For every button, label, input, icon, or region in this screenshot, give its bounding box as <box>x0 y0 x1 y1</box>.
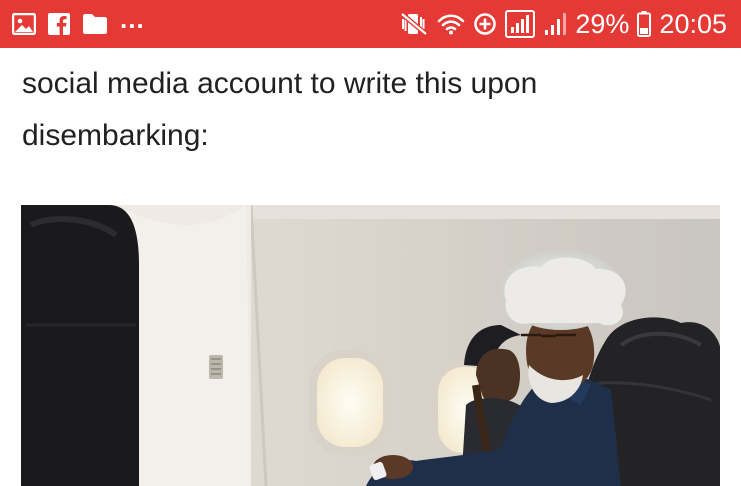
image-icon <box>12 13 36 35</box>
facebook-icon <box>48 13 70 35</box>
airplane-cabin-photo <box>21 205 720 486</box>
status-bar: ... 29% 20:05 <box>0 0 741 48</box>
wifi-icon <box>437 12 465 36</box>
article-text-line: disembarking: <box>22 119 209 152</box>
battery-percentage: 29% <box>575 8 630 39</box>
folder-icon <box>82 13 108 35</box>
status-bar-right: 29% 20:05 <box>399 9 727 40</box>
notification-overflow: ... <box>120 3 145 34</box>
mute-vibrate-icon <box>399 11 429 37</box>
battery-icon <box>637 11 652 37</box>
content-top-edge <box>0 48 741 54</box>
signal-icon <box>505 10 536 38</box>
article-text-line: social media account to write this upon <box>22 67 538 100</box>
article-photo[interactable] <box>21 205 720 486</box>
data-saver-icon <box>473 12 497 36</box>
status-bar-left: ... <box>12 4 145 35</box>
signal-icon <box>543 11 567 37</box>
clock: 20:05 <box>659 8 727 39</box>
article-body: social media account to write this upon … <box>22 58 722 162</box>
